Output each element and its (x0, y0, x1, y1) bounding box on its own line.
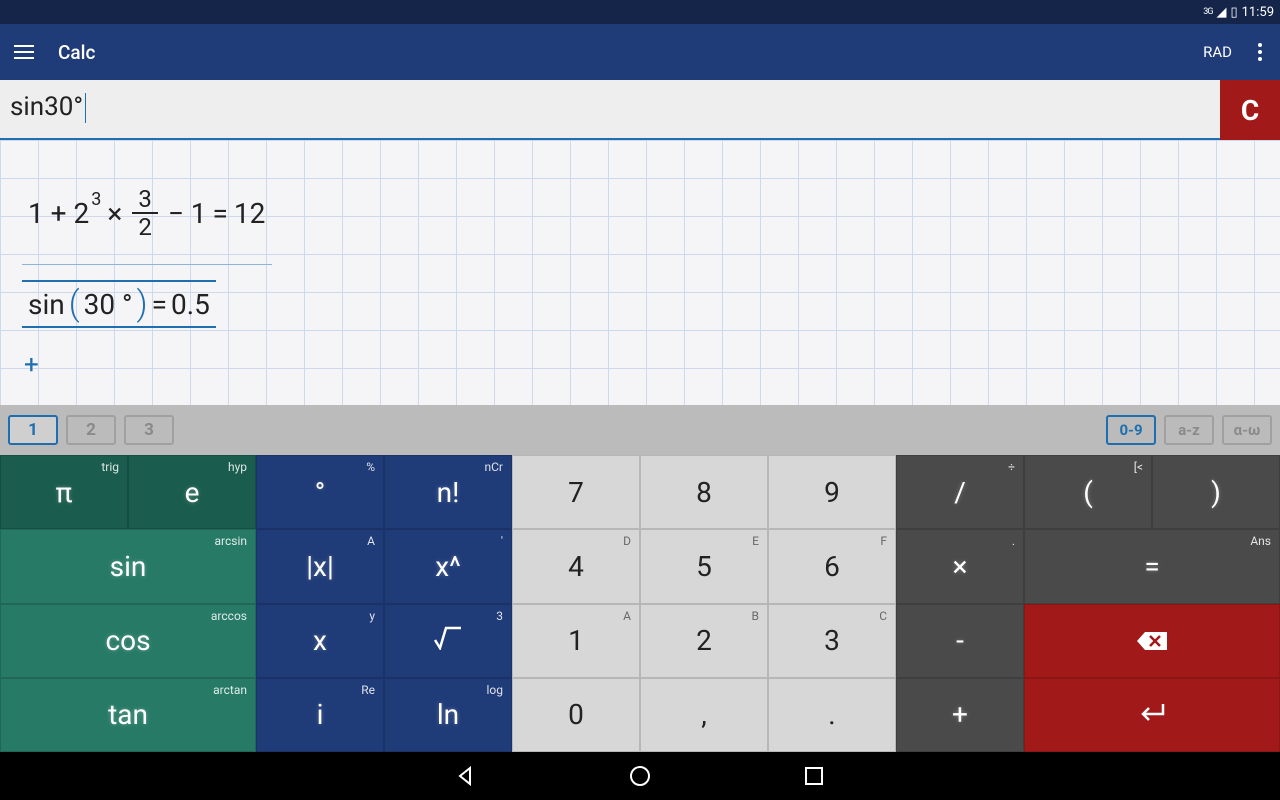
key-x^[interactable]: 'x^ (384, 529, 512, 603)
key-8[interactable]: 8 (640, 455, 768, 529)
android-status-bar: 3G ◢ ▯ 11:59 (0, 0, 1280, 24)
keyboard-mode-greek[interactable]: α-ω (1222, 415, 1272, 445)
key-°[interactable]: %° (256, 455, 384, 529)
key--[interactable]: - (896, 604, 1024, 678)
key-e[interactable]: hype (128, 455, 256, 529)
key-ln[interactable]: logln (384, 678, 512, 752)
key-5[interactable]: E5 (640, 529, 768, 603)
key-3[interactable]: C3 (768, 604, 896, 678)
signal-icon: ◢ (1216, 5, 1226, 20)
back-icon[interactable] (454, 764, 478, 788)
clock: 11:59 (1242, 5, 1274, 20)
key-|x|[interactable]: A|x| (256, 529, 384, 603)
app-toolbar: Calc RAD (0, 24, 1280, 80)
android-nav-bar (0, 752, 1280, 800)
keyboard-mode-alpha[interactable]: a-z (1164, 415, 1214, 445)
key-⌫[interactable] (1024, 604, 1280, 678)
paren-close-icon: ) (136, 284, 147, 324)
key-0[interactable]: 0 (512, 678, 640, 752)
key-)[interactable]: ) (1152, 455, 1280, 529)
input-row: sin30° C (0, 80, 1280, 140)
expression-input-value: sin30° (10, 92, 83, 122)
key-2[interactable]: B2 (640, 604, 768, 678)
key-i[interactable]: Rei (256, 678, 384, 752)
add-expression-button[interactable]: + (24, 350, 39, 380)
key-([interactable]: [<( (1024, 455, 1152, 529)
key-+[interactable]: + (896, 678, 1024, 752)
keyboard-mode-numeric[interactable]: 0-9 (1106, 415, 1156, 445)
key-1[interactable]: A1 (512, 604, 640, 678)
key-/[interactable]: ÷/ (896, 455, 1024, 529)
angle-mode-toggle[interactable]: RAD (1203, 43, 1232, 61)
page-tab-1[interactable]: 1 (8, 415, 58, 445)
expression-input[interactable]: sin30° (0, 80, 1220, 140)
key-,[interactable]: , (640, 678, 768, 752)
recents-icon[interactable] (802, 764, 826, 788)
key-×[interactable]: .× (896, 529, 1024, 603)
paren-open-icon: ( (69, 284, 80, 324)
key-√[interactable]: 3 (384, 604, 512, 678)
key-cos[interactable]: arccoscos (0, 604, 256, 678)
key-4[interactable]: D4 (512, 529, 640, 603)
key-6[interactable]: F6 (768, 529, 896, 603)
keypad: trigπhype%°nCrn!789÷/[<() arcsinsinA|x|'x… (0, 455, 1280, 752)
battery-icon: ▯ (1230, 5, 1237, 20)
home-icon[interactable] (628, 764, 652, 788)
app-title: Calc (58, 41, 95, 64)
key-=[interactable]: Ans= (1024, 529, 1280, 603)
page-tab-2[interactable]: 2 (66, 415, 116, 445)
clear-button[interactable]: C (1220, 80, 1280, 140)
key-.[interactable]: . (768, 678, 896, 752)
page-tab-3[interactable]: 3 (124, 415, 174, 445)
tab-strip: 1 2 3 0-9 a-z α-ω (0, 405, 1280, 455)
key-9[interactable]: 9 (768, 455, 896, 529)
key-↵[interactable] (1024, 678, 1280, 752)
fraction: 3 2 (132, 186, 158, 241)
expression-row-2[interactable]: sin ( 30 ° ) = 0.5 (22, 280, 216, 328)
network-indicator: 3G (1203, 7, 1212, 17)
key-π[interactable]: trigπ (0, 455, 128, 529)
key-tan[interactable]: arctantan (0, 678, 256, 752)
overflow-menu-icon[interactable] (1250, 37, 1270, 67)
key-n![interactable]: nCrn! (384, 455, 512, 529)
key-7[interactable]: 7 (512, 455, 640, 529)
key-x[interactable]: yx (256, 604, 384, 678)
expression-row-1[interactable]: 1 + 2 3 × 3 2 − 1 = 12 (28, 186, 265, 241)
key-sin[interactable]: arcsinsin (0, 529, 256, 603)
worksheet[interactable]: 1 + 2 3 × 3 2 − 1 = 12 sin ( 30 ° ) = 0.… (0, 140, 1280, 405)
menu-icon[interactable] (10, 37, 40, 67)
